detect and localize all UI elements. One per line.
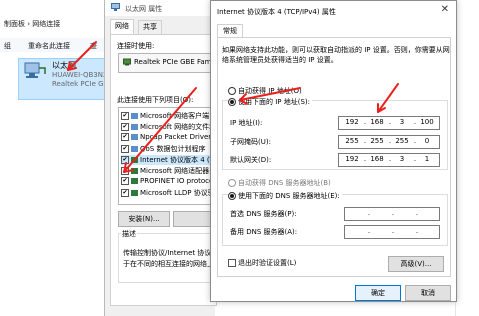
- properties-title: 以太网 属性: [125, 5, 163, 13]
- adapter-box-icon: [123, 58, 131, 68]
- checkbox-checked-icon[interactable]: ✔: [121, 123, 129, 131]
- install-button[interactable]: 安装(N)...: [118, 211, 170, 227]
- driver-icon: [131, 134, 138, 140]
- adapter-name: 以太网: [52, 61, 76, 70]
- toolbar-organize[interactable]: 组: [4, 41, 11, 51]
- tab-network[interactable]: 网络: [110, 19, 134, 35]
- description-text-2: 于在不同的相互连接的网络上: [123, 260, 214, 268]
- connect-using-label: 连接时使用:: [117, 42, 155, 50]
- list-item[interactable]: ✔ Npcap Packet Driver (N: [121, 133, 218, 143]
- ip-address-field[interactable]: 192. 168. 3. 100: [338, 116, 440, 130]
- adapter-box: Realtek PCIe GBE Family: [118, 53, 220, 73]
- list-item[interactable]: ✔ Microsoft LLDP 协议驱: [121, 188, 215, 198]
- cancel-button[interactable]: 取消: [405, 285, 451, 301]
- alternate-dns-field[interactable]: ...: [344, 225, 440, 239]
- radio-disabled-icon[interactable]: [228, 179, 236, 187]
- intro-text-1: 如果网络支持此功能，则可以获取自动指派的 IP 设置。否则，你需要从网: [222, 46, 450, 54]
- description-group: 描述 传输控制协议/Internet 协议。 于在不同的相互连接的网络上: [118, 229, 219, 283]
- network-icon: [111, 3, 120, 11]
- radio-on-icon[interactable]: [228, 98, 236, 106]
- toolbar-rename[interactable]: 重命名此连接: [28, 41, 70, 51]
- description-label: 描述: [121, 229, 137, 239]
- ipv4-properties-dialog: Internet 协议版本 4 (TCP/IPv4) 属性 ✕ 常规 如果网络支…: [210, 0, 457, 302]
- network-adapter-icon: [24, 62, 46, 78]
- gateway-field[interactable]: 192. 168. 3. 1: [338, 153, 440, 167]
- ipv4-titlebar: Internet 协议版本 4 (TCP/IPv4) 属性 ✕: [211, 1, 456, 21]
- properties-titlebar: 以太网 属性: [105, 0, 215, 16]
- list-item[interactable]: ✔ QoS 数据包计划程序: [121, 144, 205, 154]
- auto-ip-option[interactable]: 自动获得 IP 地址(O): [228, 86, 302, 96]
- preferred-dns-label: 首选 DNS 服务器(P):: [230, 210, 297, 218]
- manual-dns-option[interactable]: 使用下面的 DNS 服务器地址(E):: [228, 191, 342, 201]
- checkbox-unchecked-icon[interactable]: [228, 259, 236, 267]
- checkbox-checked-icon[interactable]: ✔: [121, 156, 129, 164]
- preferred-dns-field[interactable]: ...: [344, 207, 440, 221]
- items-label: 此连接使用下列项目(O):: [117, 96, 194, 104]
- radio-off-icon[interactable]: [228, 87, 236, 95]
- list-item[interactable]: ✔ PROFINET IO protocol: [121, 177, 215, 187]
- qos-icon: [131, 146, 138, 152]
- ethernet-properties-dialog: 以太网 属性 网络 共享 连接时使用: Realtek PCIe GBE Fam…: [104, 0, 220, 316]
- tab-general[interactable]: 常规: [217, 24, 243, 38]
- subnet-mask-field[interactable]: 255. 255. 255. 0: [338, 135, 440, 149]
- service-icon: [131, 124, 138, 130]
- adapter-box-name: Realtek PCIe GBE Family: [134, 58, 220, 66]
- checkbox-checked-icon[interactable]: ✔: [121, 145, 129, 153]
- tab-sharing[interactable]: 共享: [138, 20, 162, 35]
- uninstall-button[interactable]: [173, 211, 215, 227]
- breadcrumb[interactable]: 制面板 › 网络连接: [4, 19, 60, 29]
- checkbox-checked-icon[interactable]: ✔: [121, 112, 129, 120]
- auto-dns-option[interactable]: 自动获得 DNS 服务器地址(B): [228, 178, 331, 188]
- validate-on-exit[interactable]: 退出时验证设置(L): [228, 258, 296, 268]
- explorer-right-edge: [455, 0, 479, 316]
- ip-address-label: IP 地址(I):: [230, 119, 263, 127]
- list-item-ipv4[interactable]: ✔ Internet 协议版本 4 (TC: [121, 155, 218, 165]
- checkbox-checked-icon[interactable]: ✔: [121, 133, 129, 141]
- subnet-mask-label: 子网掩码(U):: [230, 138, 271, 146]
- checkbox-checked-icon[interactable]: ✔: [121, 177, 129, 185]
- list-item[interactable]: ✔ Microsoft 网络客户端: [121, 111, 209, 121]
- protocol-icon: [131, 178, 138, 184]
- list-item[interactable]: ✔ Microsoft 网络的文件和: [121, 122, 216, 132]
- manual-ip-option[interactable]: 使用下面的 IP 地址(S):: [228, 97, 312, 107]
- checkbox-checked-icon[interactable]: ✔: [121, 189, 129, 197]
- radio-on-icon[interactable]: [228, 192, 236, 200]
- protocol-icon: [131, 157, 138, 163]
- list-item[interactable]: Microsoft 网络适配器多: [121, 166, 216, 176]
- checkbox-unchecked-icon[interactable]: [121, 167, 129, 175]
- adapter-status: HUAWEI-QB3NX: [52, 71, 108, 79]
- ok-button[interactable]: 确定: [355, 285, 401, 301]
- ipv4-title: Internet 协议版本 4 (TCP/IPv4) 属性: [217, 8, 336, 16]
- advanced-button[interactable]: 高级(V)...: [388, 256, 444, 272]
- protocol-icon: [131, 168, 138, 174]
- toolbar-view[interactable]: 查: [90, 41, 97, 51]
- protocol-icon: [131, 190, 138, 196]
- intro-text-2: 络系统管理员处获得适当的 IP 设置。: [222, 56, 338, 64]
- gateway-label: 默认网关(D):: [230, 156, 272, 164]
- description-text-1: 传输控制协议/Internet 协议。: [123, 249, 219, 257]
- ipv4-panel: 如果网络支持此功能，则可以获取自动指派的 IP 设置。否则，你需要从网 络系统管…: [217, 37, 451, 277]
- close-icon[interactable]: ✕: [441, 4, 449, 15]
- properties-panel: 连接时使用: Realtek PCIe GBE Family 此连接使用下列项目…: [110, 34, 220, 306]
- alternate-dns-label: 备用 DNS 服务器(A):: [230, 228, 298, 236]
- client-icon: [131, 113, 138, 119]
- components-list[interactable]: ✔ Microsoft 网络客户端 ✔ Microsoft 网络的文件和 ✔ Npca…: [118, 107, 219, 205]
